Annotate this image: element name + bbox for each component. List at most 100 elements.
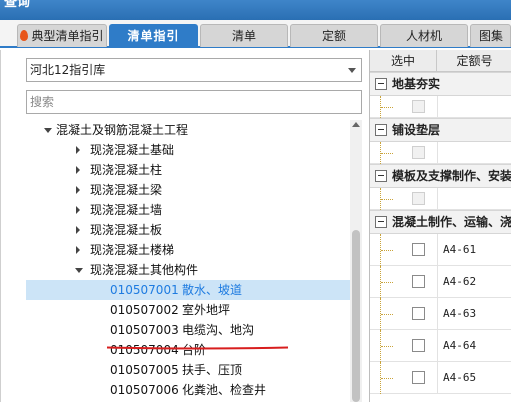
table-row[interactable] bbox=[370, 188, 511, 210]
row-checkbox[interactable] bbox=[412, 339, 425, 352]
column-divider bbox=[437, 266, 438, 298]
red-underline-annotation bbox=[106, 346, 289, 350]
tab-atlas[interactable]: 图集 bbox=[470, 24, 511, 47]
tab-list[interactable]: 清单 bbox=[200, 24, 288, 47]
quota-number: A4-64 bbox=[443, 339, 477, 352]
group-row[interactable]: 模板及支撑制作、安装 bbox=[370, 164, 511, 188]
row-checkbox[interactable] bbox=[412, 192, 425, 205]
tab-quota[interactable]: 定额 bbox=[290, 24, 378, 47]
tree-node-label: 现浇混凝土基础 bbox=[90, 143, 175, 157]
collapse-box-icon[interactable] bbox=[375, 124, 387, 136]
column-header-select[interactable]: 选中 bbox=[370, 50, 437, 72]
tree-leaf[interactable]: 010507004 台阶 bbox=[26, 340, 350, 360]
collapse-box-icon[interactable] bbox=[375, 170, 387, 182]
collapse-box-icon[interactable] bbox=[375, 216, 387, 228]
guide-tree: 混凝土及钢筋混凝土工程 现浇混凝土基础 现浇混凝土柱 现浇混凝土梁 现浇混凝土墙… bbox=[26, 120, 350, 402]
table-row[interactable]: A4-63 bbox=[370, 298, 511, 330]
tab-typical-list-guide[interactable]: 典型清单指引 bbox=[17, 24, 107, 47]
tree-leaf[interactable]: 010507002 室外地坪 bbox=[26, 300, 350, 320]
tab-label: 定额 bbox=[321, 29, 346, 43]
tree-node-label: 现浇混凝土柱 bbox=[90, 163, 163, 177]
tree-node-root[interactable]: 混凝土及钢筋混凝土工程 bbox=[26, 120, 350, 140]
tree-line bbox=[380, 142, 393, 164]
flame-icon bbox=[20, 30, 29, 41]
row-checkbox[interactable] bbox=[412, 100, 425, 113]
tree-node-expanded[interactable]: 现浇混凝土其他构件 bbox=[26, 260, 350, 280]
collapse-arrow-icon[interactable] bbox=[76, 206, 80, 214]
tree-node[interactable]: 现浇混凝土柱 bbox=[26, 160, 350, 180]
expand-arrow-icon[interactable] bbox=[44, 128, 52, 133]
column-divider bbox=[437, 142, 438, 164]
tree-node-label: 现浇混凝土梁 bbox=[90, 183, 163, 197]
annotation-stroke bbox=[106, 346, 289, 350]
table-row[interactable]: A4-62 bbox=[370, 266, 511, 298]
tree-line bbox=[380, 298, 393, 330]
scroll-up-icon[interactable] bbox=[352, 122, 360, 127]
table-row[interactable]: A4-64 bbox=[370, 330, 511, 362]
tree-node[interactable]: 现浇混凝土楼梯 bbox=[26, 240, 350, 260]
tree-node-label: 混凝土及钢筋混凝土工程 bbox=[56, 123, 189, 137]
tree-node-label: 现浇混凝土板 bbox=[90, 223, 163, 237]
column-header-quota[interactable]: 定额号 bbox=[437, 50, 511, 72]
tree-line bbox=[380, 330, 393, 362]
tree-node-label: 现浇混凝土楼梯 bbox=[90, 243, 175, 257]
tab-label: 清单指引 bbox=[127, 29, 180, 43]
group-row[interactable]: 地基夯实 bbox=[370, 72, 511, 96]
list-name: 扶手、压顶 bbox=[182, 363, 243, 377]
list-name: 室外地坪 bbox=[182, 303, 231, 317]
collapse-arrow-icon[interactable] bbox=[76, 186, 80, 194]
collapse-arrow-icon[interactable] bbox=[76, 146, 80, 154]
tree-leaf[interactable]: 010507006 化粪池、检查井 bbox=[26, 380, 350, 400]
group-row[interactable]: 铺设垫层 bbox=[370, 118, 511, 142]
tree-scrollbar[interactable] bbox=[350, 120, 362, 402]
collapse-arrow-icon[interactable] bbox=[76, 166, 80, 174]
row-checkbox[interactable] bbox=[412, 243, 425, 256]
collapse-arrow-icon[interactable] bbox=[76, 226, 80, 234]
row-checkbox[interactable] bbox=[412, 275, 425, 288]
tree-node[interactable]: 现浇混凝土板 bbox=[26, 220, 350, 240]
row-checkbox[interactable] bbox=[412, 371, 425, 384]
tab-label: 清单 bbox=[231, 29, 256, 43]
window-titlebar: 查询 bbox=[0, 0, 511, 20]
window-title: 查询 bbox=[4, 0, 31, 10]
tree-leaf-selected[interactable]: 010507001 散水、坡道 bbox=[26, 280, 350, 300]
scrollbar-thumb[interactable] bbox=[352, 230, 360, 402]
tree-node[interactable]: 现浇混凝土梁 bbox=[26, 180, 350, 200]
quota-number: A4-63 bbox=[443, 307, 477, 320]
table-row[interactable] bbox=[370, 96, 511, 118]
search-input[interactable] bbox=[26, 90, 362, 114]
tree-node[interactable]: 现浇混凝土基础 bbox=[26, 140, 350, 160]
list-name: 散水、坡道 bbox=[182, 283, 243, 297]
collapse-box-icon[interactable] bbox=[375, 78, 387, 90]
table-row[interactable]: A4-65 bbox=[370, 362, 511, 394]
table-row[interactable] bbox=[370, 142, 511, 164]
list-code: 010507001 bbox=[110, 283, 179, 297]
column-divider bbox=[437, 188, 438, 210]
table-row[interactable]: A4-61 bbox=[370, 234, 511, 266]
library-select[interactable]: 河北12指引库 bbox=[26, 58, 362, 82]
tree-line bbox=[380, 188, 393, 210]
list-code: 010507002 bbox=[110, 303, 179, 317]
row-checkbox[interactable] bbox=[412, 307, 425, 320]
tree-leaf[interactable]: 010507003 电缆沟、地沟 bbox=[26, 320, 350, 340]
tab-label: 人材机 bbox=[405, 29, 442, 43]
list-code: 010507004 bbox=[110, 343, 179, 357]
group-row[interactable]: 混凝土制作、运输、浇 bbox=[370, 210, 511, 234]
column-divider bbox=[437, 234, 438, 266]
quota-number: A4-65 bbox=[443, 371, 477, 384]
tree-node[interactable]: 现浇混凝土墙 bbox=[26, 200, 350, 220]
tab-bar: 典型清单指引 清单指引 清单 定额 人材机 图集 bbox=[0, 20, 511, 48]
column-divider bbox=[437, 362, 438, 394]
tab-label: 图集 bbox=[479, 29, 504, 43]
list-code: 010507003 bbox=[110, 323, 179, 337]
row-checkbox[interactable] bbox=[412, 146, 425, 159]
expand-arrow-icon[interactable] bbox=[75, 268, 83, 273]
collapse-arrow-icon[interactable] bbox=[76, 246, 80, 254]
tab-list-guide[interactable]: 清单指引 bbox=[109, 24, 198, 47]
chevron-down-icon[interactable] bbox=[348, 68, 356, 73]
quota-number: A4-61 bbox=[443, 243, 477, 256]
tab-labor-material-machine[interactable]: 人材机 bbox=[380, 24, 468, 47]
group-title: 混凝土制作、运输、浇 bbox=[392, 215, 511, 229]
tree-leaf[interactable]: 010507005 扶手、压顶 bbox=[26, 360, 350, 380]
guide-tree-pane: 河北12指引库 混凝土及钢筋混凝土工程 现浇混凝土基础 现浇混凝土柱 现浇混凝土… bbox=[0, 50, 369, 402]
